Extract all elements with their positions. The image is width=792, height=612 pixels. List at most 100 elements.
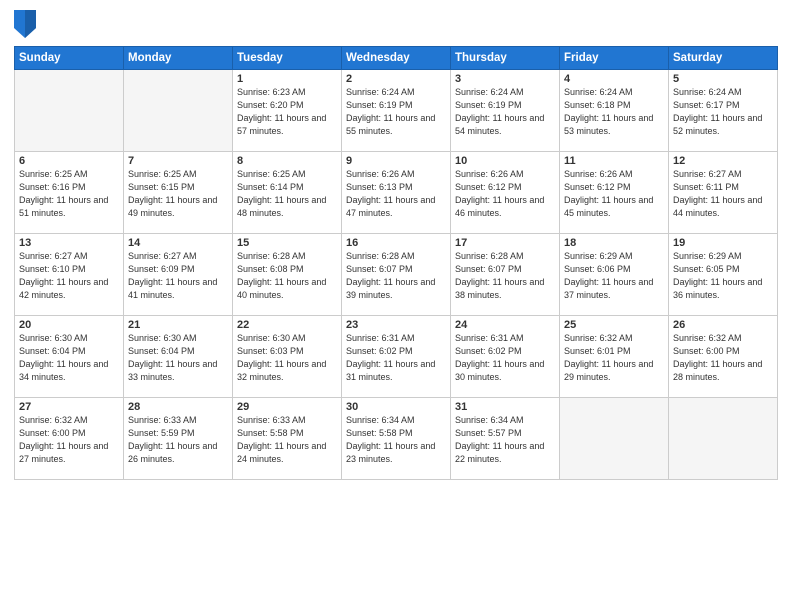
day-info: Sunrise: 6:26 AM Sunset: 6:13 PM Dayligh… bbox=[346, 168, 446, 220]
day-cell: 28Sunrise: 6:33 AM Sunset: 5:59 PM Dayli… bbox=[124, 398, 233, 480]
day-info: Sunrise: 6:26 AM Sunset: 6:12 PM Dayligh… bbox=[564, 168, 664, 220]
day-number: 9 bbox=[346, 155, 446, 167]
weekday-friday: Friday bbox=[560, 47, 669, 70]
day-cell bbox=[560, 398, 669, 480]
page-container: SundayMondayTuesdayWednesdayThursdayFrid… bbox=[0, 0, 792, 612]
week-row-0: 1Sunrise: 6:23 AM Sunset: 6:20 PM Daylig… bbox=[15, 70, 778, 152]
day-cell: 13Sunrise: 6:27 AM Sunset: 6:10 PM Dayli… bbox=[15, 234, 124, 316]
day-number: 7 bbox=[128, 155, 228, 167]
day-number: 5 bbox=[673, 73, 773, 85]
day-number: 14 bbox=[128, 237, 228, 249]
day-number: 19 bbox=[673, 237, 773, 249]
day-info: Sunrise: 6:25 AM Sunset: 6:14 PM Dayligh… bbox=[237, 168, 337, 220]
week-row-1: 6Sunrise: 6:25 AM Sunset: 6:16 PM Daylig… bbox=[15, 152, 778, 234]
week-row-4: 27Sunrise: 6:32 AM Sunset: 6:00 PM Dayli… bbox=[15, 398, 778, 480]
day-info: Sunrise: 6:32 AM Sunset: 6:00 PM Dayligh… bbox=[19, 414, 119, 466]
day-number: 18 bbox=[564, 237, 664, 249]
day-cell: 11Sunrise: 6:26 AM Sunset: 6:12 PM Dayli… bbox=[560, 152, 669, 234]
day-info: Sunrise: 6:29 AM Sunset: 6:05 PM Dayligh… bbox=[673, 250, 773, 302]
day-info: Sunrise: 6:26 AM Sunset: 6:12 PM Dayligh… bbox=[455, 168, 555, 220]
day-cell: 6Sunrise: 6:25 AM Sunset: 6:16 PM Daylig… bbox=[15, 152, 124, 234]
day-number: 6 bbox=[19, 155, 119, 167]
day-cell: 29Sunrise: 6:33 AM Sunset: 5:58 PM Dayli… bbox=[233, 398, 342, 480]
day-number: 8 bbox=[237, 155, 337, 167]
day-cell: 23Sunrise: 6:31 AM Sunset: 6:02 PM Dayli… bbox=[342, 316, 451, 398]
day-number: 1 bbox=[237, 73, 337, 85]
day-info: Sunrise: 6:24 AM Sunset: 6:18 PM Dayligh… bbox=[564, 86, 664, 138]
weekday-wednesday: Wednesday bbox=[342, 47, 451, 70]
day-info: Sunrise: 6:28 AM Sunset: 6:07 PM Dayligh… bbox=[455, 250, 555, 302]
day-number: 4 bbox=[564, 73, 664, 85]
day-cell: 15Sunrise: 6:28 AM Sunset: 6:08 PM Dayli… bbox=[233, 234, 342, 316]
day-cell: 1Sunrise: 6:23 AM Sunset: 6:20 PM Daylig… bbox=[233, 70, 342, 152]
day-number: 22 bbox=[237, 319, 337, 331]
day-info: Sunrise: 6:33 AM Sunset: 5:59 PM Dayligh… bbox=[128, 414, 228, 466]
logo bbox=[14, 10, 38, 38]
day-cell bbox=[124, 70, 233, 152]
day-info: Sunrise: 6:25 AM Sunset: 6:16 PM Dayligh… bbox=[19, 168, 119, 220]
day-number: 29 bbox=[237, 401, 337, 413]
day-number: 31 bbox=[455, 401, 555, 413]
day-cell: 8Sunrise: 6:25 AM Sunset: 6:14 PM Daylig… bbox=[233, 152, 342, 234]
day-cell: 4Sunrise: 6:24 AM Sunset: 6:18 PM Daylig… bbox=[560, 70, 669, 152]
day-number: 17 bbox=[455, 237, 555, 249]
day-info: Sunrise: 6:30 AM Sunset: 6:04 PM Dayligh… bbox=[19, 332, 119, 384]
day-cell: 21Sunrise: 6:30 AM Sunset: 6:04 PM Dayli… bbox=[124, 316, 233, 398]
day-cell: 12Sunrise: 6:27 AM Sunset: 6:11 PM Dayli… bbox=[669, 152, 778, 234]
day-info: Sunrise: 6:32 AM Sunset: 6:00 PM Dayligh… bbox=[673, 332, 773, 384]
day-cell: 7Sunrise: 6:25 AM Sunset: 6:15 PM Daylig… bbox=[124, 152, 233, 234]
day-cell: 3Sunrise: 6:24 AM Sunset: 6:19 PM Daylig… bbox=[451, 70, 560, 152]
day-info: Sunrise: 6:28 AM Sunset: 6:08 PM Dayligh… bbox=[237, 250, 337, 302]
day-number: 28 bbox=[128, 401, 228, 413]
day-info: Sunrise: 6:24 AM Sunset: 6:19 PM Dayligh… bbox=[346, 86, 446, 138]
day-info: Sunrise: 6:27 AM Sunset: 6:11 PM Dayligh… bbox=[673, 168, 773, 220]
day-cell: 26Sunrise: 6:32 AM Sunset: 6:00 PM Dayli… bbox=[669, 316, 778, 398]
day-cell: 9Sunrise: 6:26 AM Sunset: 6:13 PM Daylig… bbox=[342, 152, 451, 234]
day-cell: 18Sunrise: 6:29 AM Sunset: 6:06 PM Dayli… bbox=[560, 234, 669, 316]
day-info: Sunrise: 6:27 AM Sunset: 6:10 PM Dayligh… bbox=[19, 250, 119, 302]
day-cell bbox=[15, 70, 124, 152]
calendar: SundayMondayTuesdayWednesdayThursdayFrid… bbox=[14, 46, 778, 480]
week-row-2: 13Sunrise: 6:27 AM Sunset: 6:10 PM Dayli… bbox=[15, 234, 778, 316]
day-number: 11 bbox=[564, 155, 664, 167]
day-info: Sunrise: 6:31 AM Sunset: 6:02 PM Dayligh… bbox=[346, 332, 446, 384]
day-number: 26 bbox=[673, 319, 773, 331]
weekday-monday: Monday bbox=[124, 47, 233, 70]
day-cell: 27Sunrise: 6:32 AM Sunset: 6:00 PM Dayli… bbox=[15, 398, 124, 480]
day-cell: 31Sunrise: 6:34 AM Sunset: 5:57 PM Dayli… bbox=[451, 398, 560, 480]
logo-icon bbox=[14, 10, 36, 38]
day-cell: 20Sunrise: 6:30 AM Sunset: 6:04 PM Dayli… bbox=[15, 316, 124, 398]
weekday-thursday: Thursday bbox=[451, 47, 560, 70]
day-number: 20 bbox=[19, 319, 119, 331]
day-info: Sunrise: 6:24 AM Sunset: 6:17 PM Dayligh… bbox=[673, 86, 773, 138]
day-info: Sunrise: 6:34 AM Sunset: 5:57 PM Dayligh… bbox=[455, 414, 555, 466]
day-number: 15 bbox=[237, 237, 337, 249]
day-cell: 25Sunrise: 6:32 AM Sunset: 6:01 PM Dayli… bbox=[560, 316, 669, 398]
day-cell: 16Sunrise: 6:28 AM Sunset: 6:07 PM Dayli… bbox=[342, 234, 451, 316]
day-number: 3 bbox=[455, 73, 555, 85]
day-number: 12 bbox=[673, 155, 773, 167]
weekday-sunday: Sunday bbox=[15, 47, 124, 70]
day-info: Sunrise: 6:31 AM Sunset: 6:02 PM Dayligh… bbox=[455, 332, 555, 384]
day-cell: 30Sunrise: 6:34 AM Sunset: 5:58 PM Dayli… bbox=[342, 398, 451, 480]
day-info: Sunrise: 6:24 AM Sunset: 6:19 PM Dayligh… bbox=[455, 86, 555, 138]
day-info: Sunrise: 6:32 AM Sunset: 6:01 PM Dayligh… bbox=[564, 332, 664, 384]
day-cell bbox=[669, 398, 778, 480]
day-cell: 14Sunrise: 6:27 AM Sunset: 6:09 PM Dayli… bbox=[124, 234, 233, 316]
day-number: 10 bbox=[455, 155, 555, 167]
header bbox=[14, 10, 778, 38]
day-info: Sunrise: 6:27 AM Sunset: 6:09 PM Dayligh… bbox=[128, 250, 228, 302]
day-cell: 5Sunrise: 6:24 AM Sunset: 6:17 PM Daylig… bbox=[669, 70, 778, 152]
day-info: Sunrise: 6:30 AM Sunset: 6:03 PM Dayligh… bbox=[237, 332, 337, 384]
day-number: 2 bbox=[346, 73, 446, 85]
day-number: 16 bbox=[346, 237, 446, 249]
day-info: Sunrise: 6:30 AM Sunset: 6:04 PM Dayligh… bbox=[128, 332, 228, 384]
day-info: Sunrise: 6:28 AM Sunset: 6:07 PM Dayligh… bbox=[346, 250, 446, 302]
day-number: 25 bbox=[564, 319, 664, 331]
day-cell: 24Sunrise: 6:31 AM Sunset: 6:02 PM Dayli… bbox=[451, 316, 560, 398]
day-cell: 17Sunrise: 6:28 AM Sunset: 6:07 PM Dayli… bbox=[451, 234, 560, 316]
day-info: Sunrise: 6:25 AM Sunset: 6:15 PM Dayligh… bbox=[128, 168, 228, 220]
week-row-3: 20Sunrise: 6:30 AM Sunset: 6:04 PM Dayli… bbox=[15, 316, 778, 398]
day-number: 23 bbox=[346, 319, 446, 331]
day-info: Sunrise: 6:29 AM Sunset: 6:06 PM Dayligh… bbox=[564, 250, 664, 302]
